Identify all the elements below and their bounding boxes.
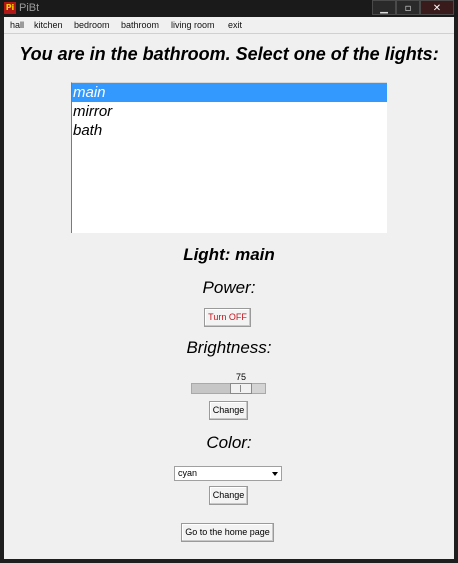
change-brightness-button[interactable]: Change — [209, 401, 248, 420]
app-window: Pi PiBt ▁ ▫ ✕ hall kitchen bedroom bathr… — [0, 0, 458, 563]
color-select[interactable]: cyan — [174, 466, 282, 481]
menu-item-living-room[interactable]: living room — [171, 17, 215, 33]
close-button[interactable]: ✕ — [420, 0, 454, 15]
light-item-bath[interactable]: bath — [72, 121, 387, 140]
menu-item-exit[interactable]: exit — [228, 17, 242, 33]
brightness-label: Brightness: — [186, 338, 272, 357]
color-label: Color: — [206, 433, 252, 452]
menu-item-hall[interactable]: hall — [10, 17, 24, 33]
client-area: hall kitchen bedroom bathroom living roo… — [4, 17, 454, 559]
brightness-value: 75 — [235, 372, 246, 382]
lights-listbox[interactable]: main mirror bath — [71, 82, 387, 233]
selected-light-title: Light: main — [183, 245, 275, 264]
menu-item-kitchen[interactable]: kitchen — [34, 17, 63, 33]
light-item-main[interactable]: main — [72, 83, 387, 102]
minimize-button[interactable]: ▁ — [372, 0, 396, 15]
change-color-button[interactable]: Change — [209, 486, 248, 505]
page-heading: You are in the bathroom. Select one of t… — [19, 44, 439, 64]
home-page-button[interactable]: Go to the home page — [181, 523, 274, 542]
app-icon: Pi — [4, 2, 16, 14]
light-item-mirror[interactable]: mirror — [72, 102, 387, 121]
menu-item-bedroom[interactable]: bedroom — [74, 17, 110, 33]
chevron-down-icon[interactable] — [272, 472, 278, 476]
menu-item-bathroom[interactable]: bathroom — [121, 17, 159, 33]
color-select-value: cyan — [178, 468, 198, 478]
window-title: PiBt — [19, 2, 40, 14]
power-label: Power: — [202, 278, 256, 297]
maximize-button[interactable]: ▫ — [396, 0, 420, 15]
title-bar: Pi PiBt ▁ ▫ ✕ — [0, 0, 458, 17]
brightness-slider[interactable] — [191, 383, 266, 394]
brightness-slider-thumb[interactable] — [230, 383, 252, 394]
menu-bar: hall kitchen bedroom bathroom living roo… — [4, 17, 454, 34]
power-toggle-button[interactable]: Turn OFF — [204, 308, 251, 327]
